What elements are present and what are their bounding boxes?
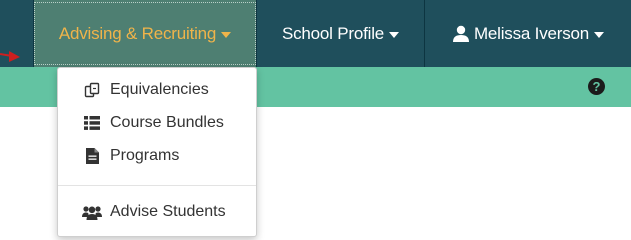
nav-school-profile[interactable]: School Profile: [257, 0, 424, 67]
nav-school-profile-label: School Profile: [281, 23, 385, 43]
menu-item-label: Equivalencies: [110, 81, 209, 98]
arrow-annotation-icon: [0, 51, 20, 62]
chevron-down-icon: [221, 31, 232, 38]
advising-dropdown-menu: Equivalencies Course Bundles Programs Ad…: [57, 67, 257, 237]
menu-item-course-bundles[interactable]: Course Bundles: [82, 112, 224, 134]
top-navbar: Advising & Recruiting School Profile Mel…: [0, 0, 631, 67]
menu-item-advise-students[interactable]: Advise Students: [82, 201, 226, 223]
nav-user-name: Melissa Iverson: [473, 23, 590, 43]
nav-advising-recruiting[interactable]: Advising & Recruiting: [34, 0, 256, 67]
chevron-down-icon: [389, 31, 400, 38]
chevron-down-icon: [594, 31, 605, 38]
menu-item-programs[interactable]: Programs: [82, 145, 179, 167]
document-icon: [82, 148, 102, 164]
menu-item-label: Course Bundles: [110, 114, 224, 131]
question-circle-icon[interactable]: ?: [588, 78, 605, 95]
nav-advising-label: Advising & Recruiting: [58, 23, 217, 43]
menu-item-label: Advise Students: [110, 203, 226, 220]
menu-divider: [58, 185, 256, 186]
menu-item-label: Programs: [110, 147, 180, 164]
users-icon: [82, 204, 102, 220]
equivalencies-icon: [82, 82, 102, 98]
nav-user-menu[interactable]: Melissa Iverson: [425, 0, 631, 67]
menu-item-equivalencies[interactable]: Equivalencies: [82, 79, 209, 101]
list-icon: [82, 115, 102, 131]
user-icon: [452, 25, 469, 42]
